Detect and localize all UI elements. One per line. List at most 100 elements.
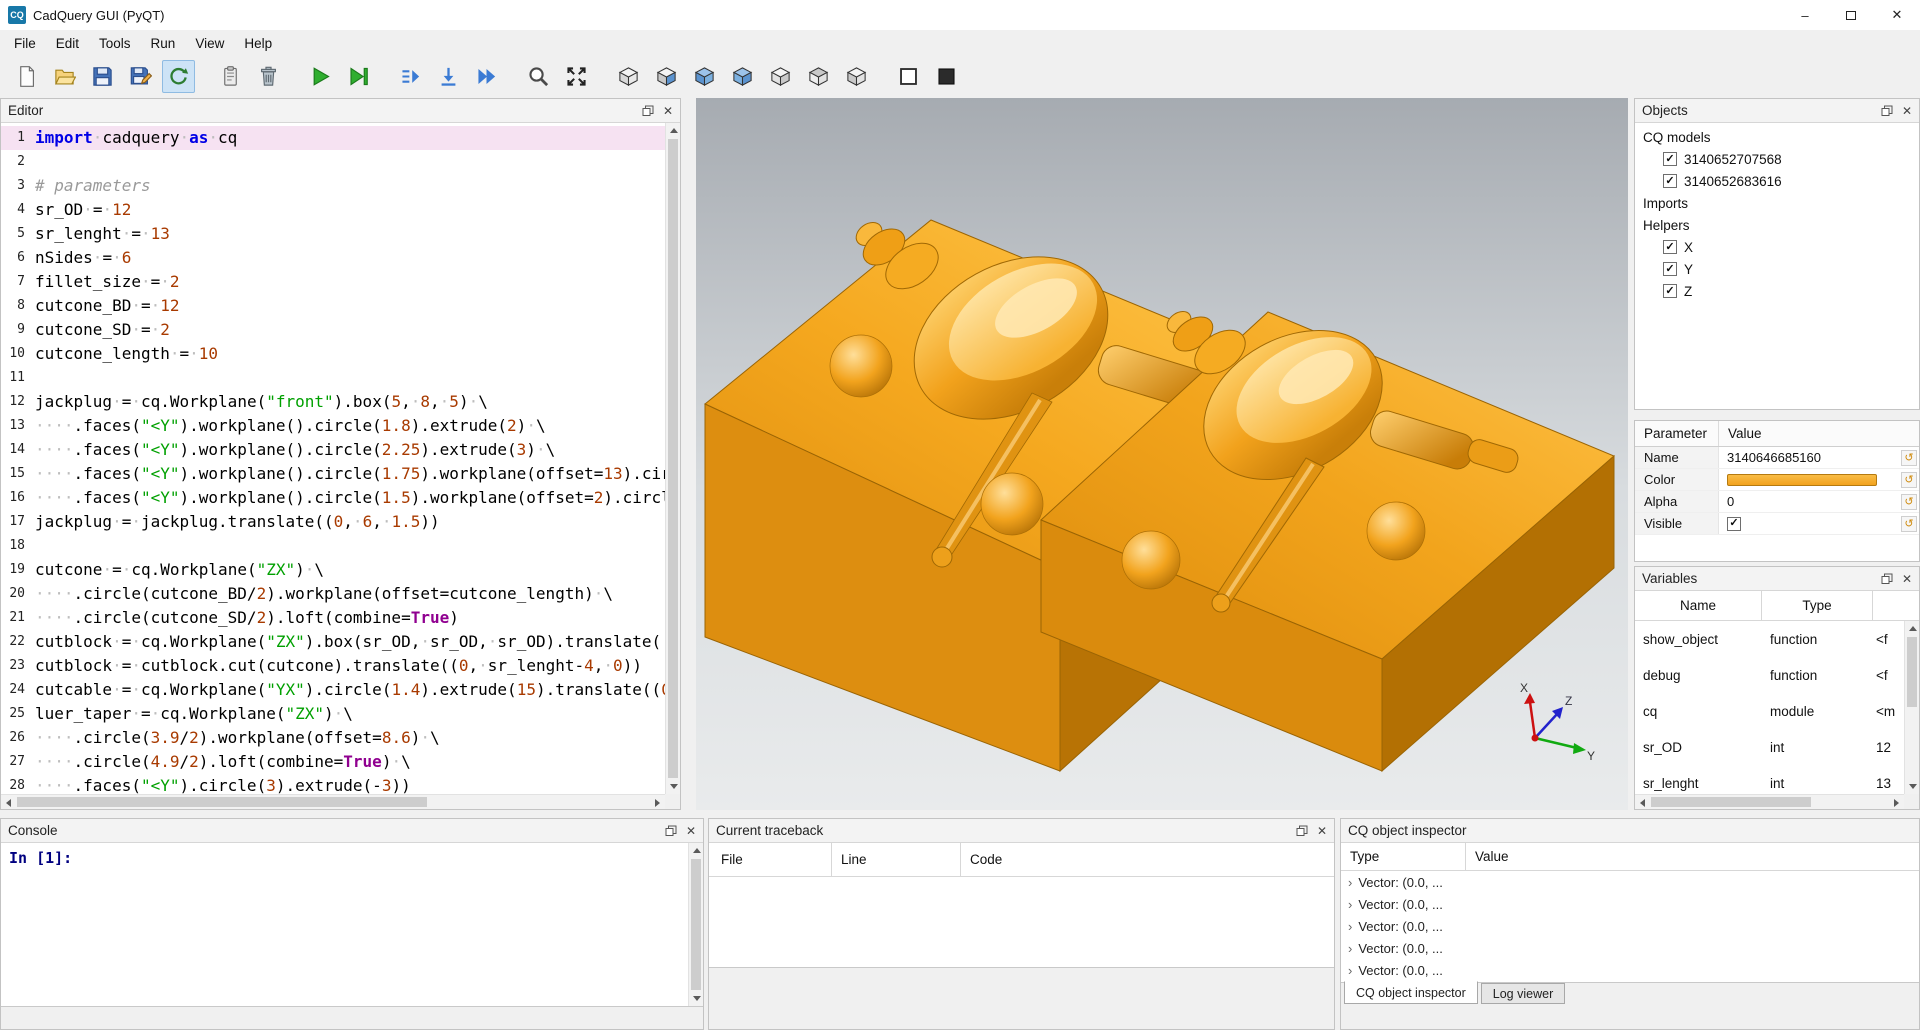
line-number[interactable]: 5: [1, 222, 35, 246]
new-file-button[interactable]: [10, 60, 43, 93]
checkbox-x[interactable]: ✓: [1663, 240, 1677, 254]
close-button[interactable]: ✕: [1874, 0, 1920, 30]
code-line[interactable]: 21····.circle(cutcone_SD/2).loft(combine…: [1, 606, 665, 630]
line-number[interactable]: 2: [1, 150, 35, 174]
code-line[interactable]: 16····.faces("<Y").workplane().circle(1.…: [1, 486, 665, 510]
property-value[interactable]: 3140646685160: [1719, 447, 1919, 468]
chevron-right-icon[interactable]: ›: [1348, 875, 1352, 890]
line-number[interactable]: 6: [1, 246, 35, 270]
menu-file[interactable]: File: [4, 33, 46, 54]
line-number[interactable]: 7: [1, 270, 35, 294]
scroll-up-button[interactable]: [689, 843, 704, 858]
menu-help[interactable]: Help: [234, 33, 282, 54]
line-number[interactable]: 28: [1, 774, 35, 794]
color-swatch[interactable]: [1727, 474, 1877, 486]
variable-row-cq[interactable]: cqmodule<m: [1635, 693, 1904, 729]
save-as-button[interactable]: [124, 60, 157, 93]
view-back-button[interactable]: [688, 60, 721, 93]
tree-item-helpers[interactable]: Helpers: [1635, 214, 1919, 236]
editor-body[interactable]: 1import·cadquery·as·cq23# parameters4sr_…: [1, 123, 680, 809]
save-button[interactable]: [86, 60, 119, 93]
reset-value-button[interactable]: ↺: [1901, 494, 1917, 510]
code-line[interactable]: 11: [1, 366, 665, 390]
line-number[interactable]: 13: [1, 414, 35, 438]
run-button[interactable]: [304, 60, 337, 93]
viewport-3d[interactable]: X Z Y: [696, 98, 1628, 810]
line-number[interactable]: 1: [1, 126, 35, 150]
scroll-down-button[interactable]: [1905, 779, 1920, 794]
chevron-right-icon[interactable]: ›: [1348, 919, 1352, 934]
code-line[interactable]: 23cutblock·=·cutblock.cut(cutcone).trans…: [1, 654, 665, 678]
wireframe-button[interactable]: [892, 60, 925, 93]
line-number[interactable]: 27: [1, 750, 35, 774]
float-panel-icon[interactable]: [665, 825, 677, 837]
line-number[interactable]: 8: [1, 294, 35, 318]
scroll-right-button[interactable]: [1889, 795, 1904, 810]
code-line[interactable]: 1import·cadquery·as·cq: [1, 126, 665, 150]
code-line[interactable]: 6nSides·=·6: [1, 246, 665, 270]
code-line[interactable]: 17jackplug·=·jackplug.translate((0,·6,·1…: [1, 510, 665, 534]
tab-log-viewer[interactable]: Log viewer: [1481, 983, 1565, 1004]
scrollbar-thumb[interactable]: [1907, 637, 1917, 707]
code-line[interactable]: 7fillet_size·=·2: [1, 270, 665, 294]
scrollbar-thumb[interactable]: [691, 859, 701, 990]
line-number[interactable]: 14: [1, 438, 35, 462]
chevron-right-icon[interactable]: ›: [1348, 963, 1352, 978]
variable-row-sr-lenght[interactable]: sr_lenghtint13: [1635, 765, 1904, 794]
autoreload-button[interactable]: [162, 60, 195, 93]
variables-vertical-scrollbar[interactable]: [1904, 621, 1919, 794]
line-number[interactable]: 25: [1, 702, 35, 726]
code-line[interactable]: 20····.circle(cutcone_BD/2).workplane(of…: [1, 582, 665, 606]
scroll-left-button[interactable]: [1635, 795, 1650, 810]
code-line[interactable]: 4sr_OD·=·12: [1, 198, 665, 222]
debug-button[interactable]: [342, 60, 375, 93]
editor-horizontal-scrollbar[interactable]: [1, 794, 665, 809]
close-panel-icon[interactable]: ✕: [1902, 105, 1912, 117]
scroll-left-button[interactable]: [1, 795, 16, 810]
float-panel-icon[interactable]: [642, 105, 654, 117]
code-line[interactable]: 9cutcone_SD·=·2: [1, 318, 665, 342]
chevron-right-icon[interactable]: ›: [1348, 897, 1352, 912]
inspector-row[interactable]: ›Vector: (0.0, ...: [1341, 871, 1919, 893]
minimize-button[interactable]: –: [1782, 0, 1828, 30]
variables-horizontal-scrollbar[interactable]: [1635, 794, 1904, 809]
code-line[interactable]: 26····.circle(3.9/2).workplane(offset=8.…: [1, 726, 665, 750]
scrollbar-thumb[interactable]: [668, 139, 678, 778]
close-panel-icon[interactable]: ✕: [663, 105, 673, 117]
view-front-button[interactable]: [650, 60, 683, 93]
console-vertical-scrollbar[interactable]: [688, 843, 703, 1006]
menu-view[interactable]: View: [185, 33, 234, 54]
step-in-button[interactable]: [432, 60, 465, 93]
view-right-button[interactable]: [764, 60, 797, 93]
editor-vertical-scrollbar[interactable]: [665, 123, 680, 794]
property-value[interactable]: 0: [1719, 491, 1919, 512]
line-number[interactable]: 10: [1, 342, 35, 366]
clear-console-button[interactable]: [214, 60, 247, 93]
line-number[interactable]: 21: [1, 606, 35, 630]
line-number[interactable]: 12: [1, 390, 35, 414]
view-iso-button[interactable]: [612, 60, 645, 93]
console-body[interactable]: In [1]:: [1, 843, 703, 1007]
close-panel-icon[interactable]: ✕: [1902, 573, 1912, 585]
line-number[interactable]: 18: [1, 534, 35, 558]
maximize-button[interactable]: [1828, 0, 1874, 30]
tree-item-z[interactable]: ✓Z: [1635, 280, 1919, 302]
code-line[interactable]: 19cutcone·=·cq.Workplane("ZX")·\: [1, 558, 665, 582]
step-button[interactable]: [394, 60, 427, 93]
inspector-row[interactable]: ›Vector: (0.0, ...: [1341, 915, 1919, 937]
code-line[interactable]: 25luer_taper·=·cq.Workplane("ZX")·\: [1, 702, 665, 726]
checkbox-3140652707568[interactable]: ✓: [1663, 152, 1677, 166]
line-number[interactable]: 23: [1, 654, 35, 678]
reset-value-button[interactable]: ↺: [1901, 450, 1917, 466]
line-number[interactable]: 19: [1, 558, 35, 582]
code-line[interactable]: 5sr_lenght·=·13: [1, 222, 665, 246]
scroll-down-button[interactable]: [689, 991, 704, 1006]
code-line[interactable]: 28····.faces("<Y").circle(3).extrude(-3)…: [1, 774, 665, 794]
scroll-right-button[interactable]: [650, 795, 665, 810]
menu-edit[interactable]: Edit: [46, 33, 89, 54]
reset-value-button[interactable]: ↺: [1901, 472, 1917, 488]
line-number[interactable]: 16: [1, 486, 35, 510]
line-number[interactable]: 24: [1, 678, 35, 702]
viewport-canvas[interactable]: X Z Y: [696, 98, 1628, 810]
scrollbar-thumb[interactable]: [17, 797, 427, 807]
